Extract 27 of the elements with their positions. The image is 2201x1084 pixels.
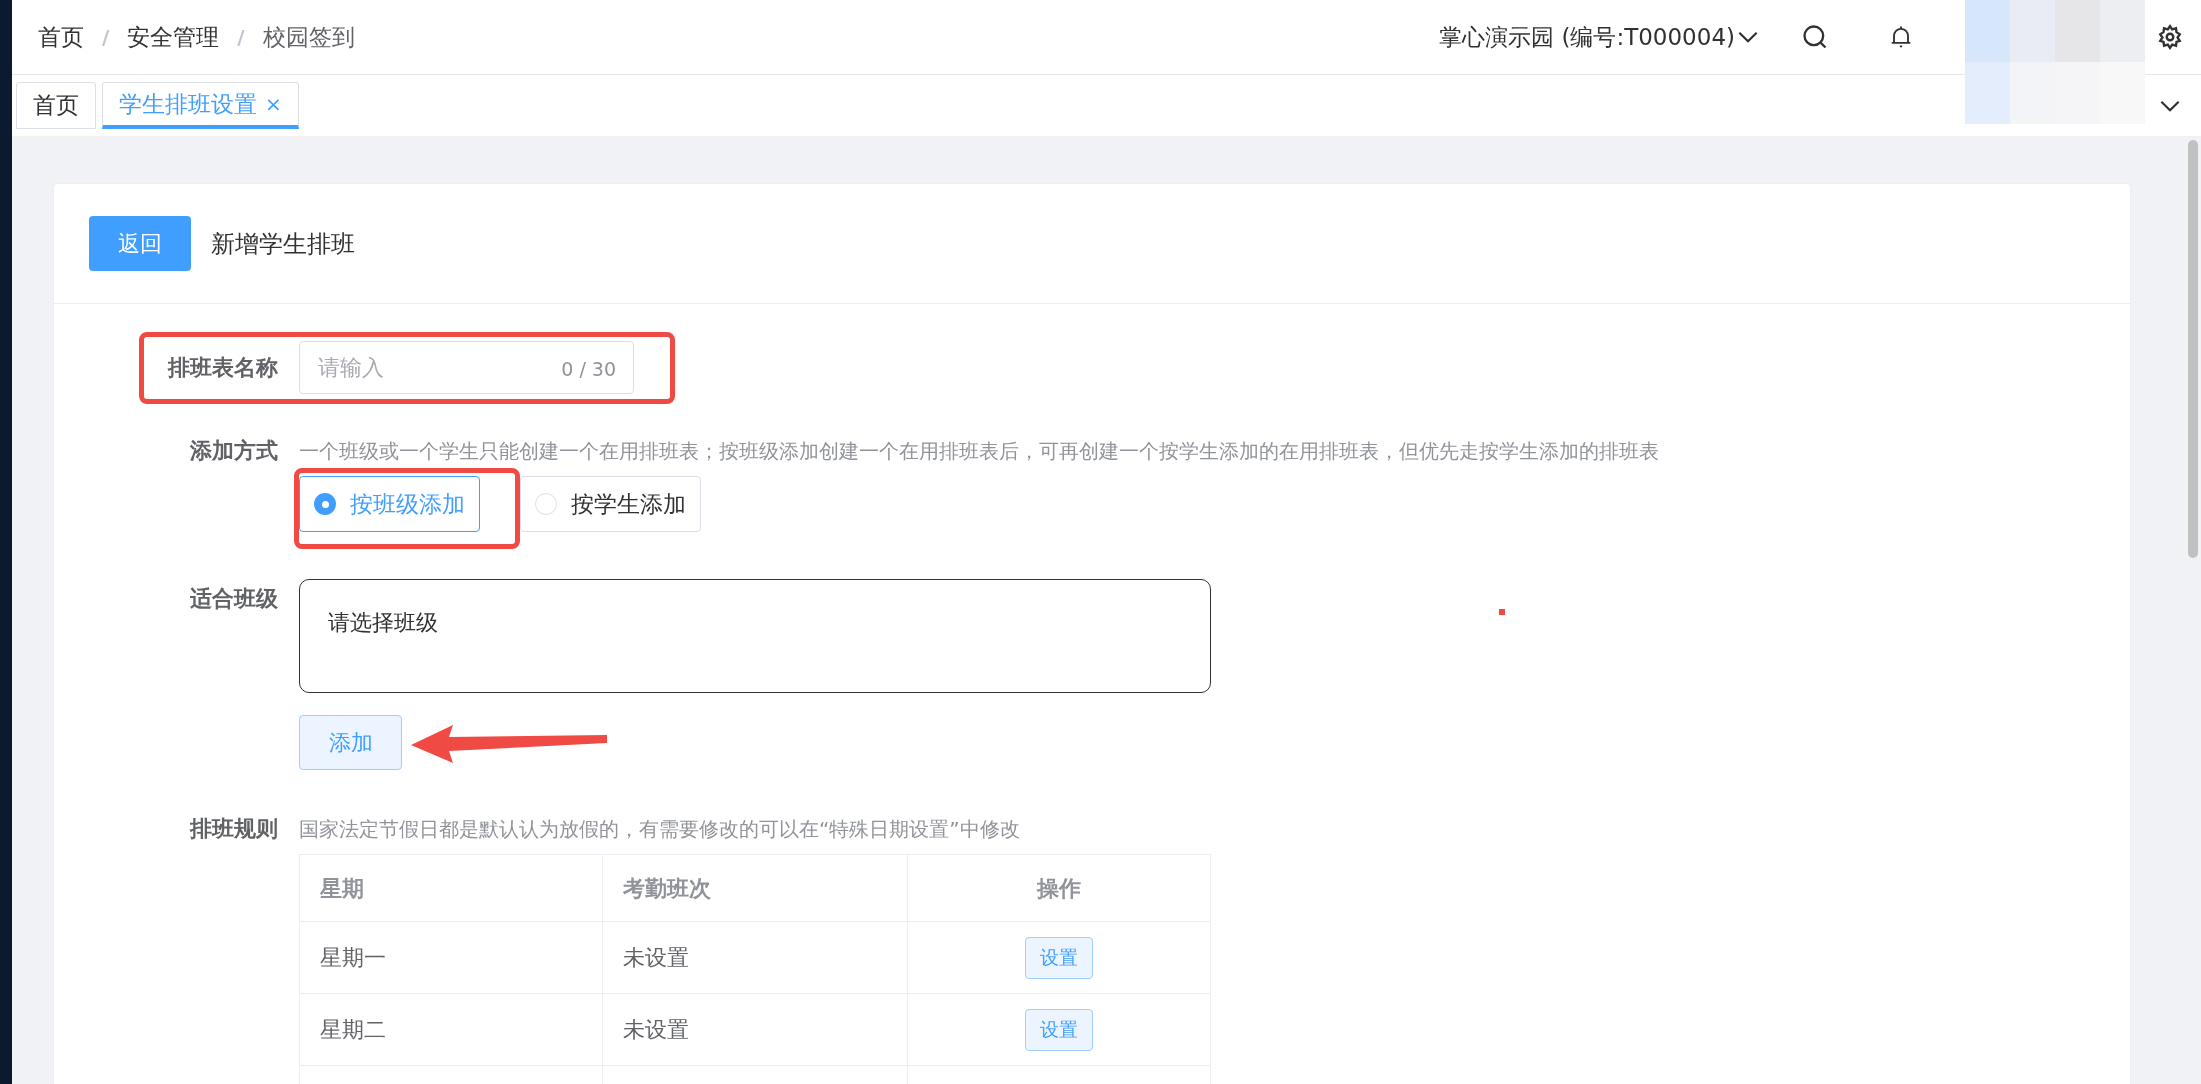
field-label: 添加方式 (189, 437, 278, 465)
school-selector[interactable]: 掌心演示园 (编号:T000004) (1439, 19, 1735, 55)
breadcrumb-link[interactable]: 首页 (38, 19, 84, 55)
field-label: 适合班级 (189, 585, 278, 613)
hint-text: 一个班级或一个学生只能创建一个在用排班表；按班级添加创建一个在用排班表后，可再创建一个按学生添加的在用排班表，但优先走按学生添加的排班表 (299, 438, 1660, 465)
class-select-box[interactable]: 请选择班级 (299, 579, 1211, 693)
page-title: 新增学生排班 (211, 228, 355, 260)
table-cell-text: 未设置 (623, 944, 689, 972)
breadcrumb-separator: / (237, 24, 245, 51)
breadcrumb-separator: / (102, 24, 110, 51)
column-header: 考勤班次 (623, 874, 711, 903)
breadcrumb-link[interactable]: 校园签到 (262, 19, 355, 55)
search-icon[interactable] (1801, 23, 1829, 51)
character-counter: 0 / 30 (561, 357, 616, 382)
hint-text: 国家法定节假日都是默认认为放假的，有需要修改的可以在“特殊日期设置”中修改 (299, 816, 1021, 843)
scrollbar-thumb[interactable] (2188, 140, 2198, 558)
table-cell-text: 星期二 (320, 1016, 386, 1044)
field-label: 排班表名称 (166, 354, 278, 382)
column-header: 操作 (1037, 874, 1081, 903)
page-tab[interactable]: 首页 (16, 82, 96, 129)
settings-icon[interactable] (2157, 24, 2183, 50)
field-label: 排班规则 (188, 815, 278, 843)
breadcrumb-link[interactable]: 安全管理 (127, 19, 220, 55)
radio-option[interactable]: 按学生添加 (520, 476, 701, 532)
table-cell-text: 星期一 (320, 944, 386, 972)
column-header: 星期 (320, 874, 364, 903)
table-cell-text: 未设置 (623, 1016, 689, 1044)
